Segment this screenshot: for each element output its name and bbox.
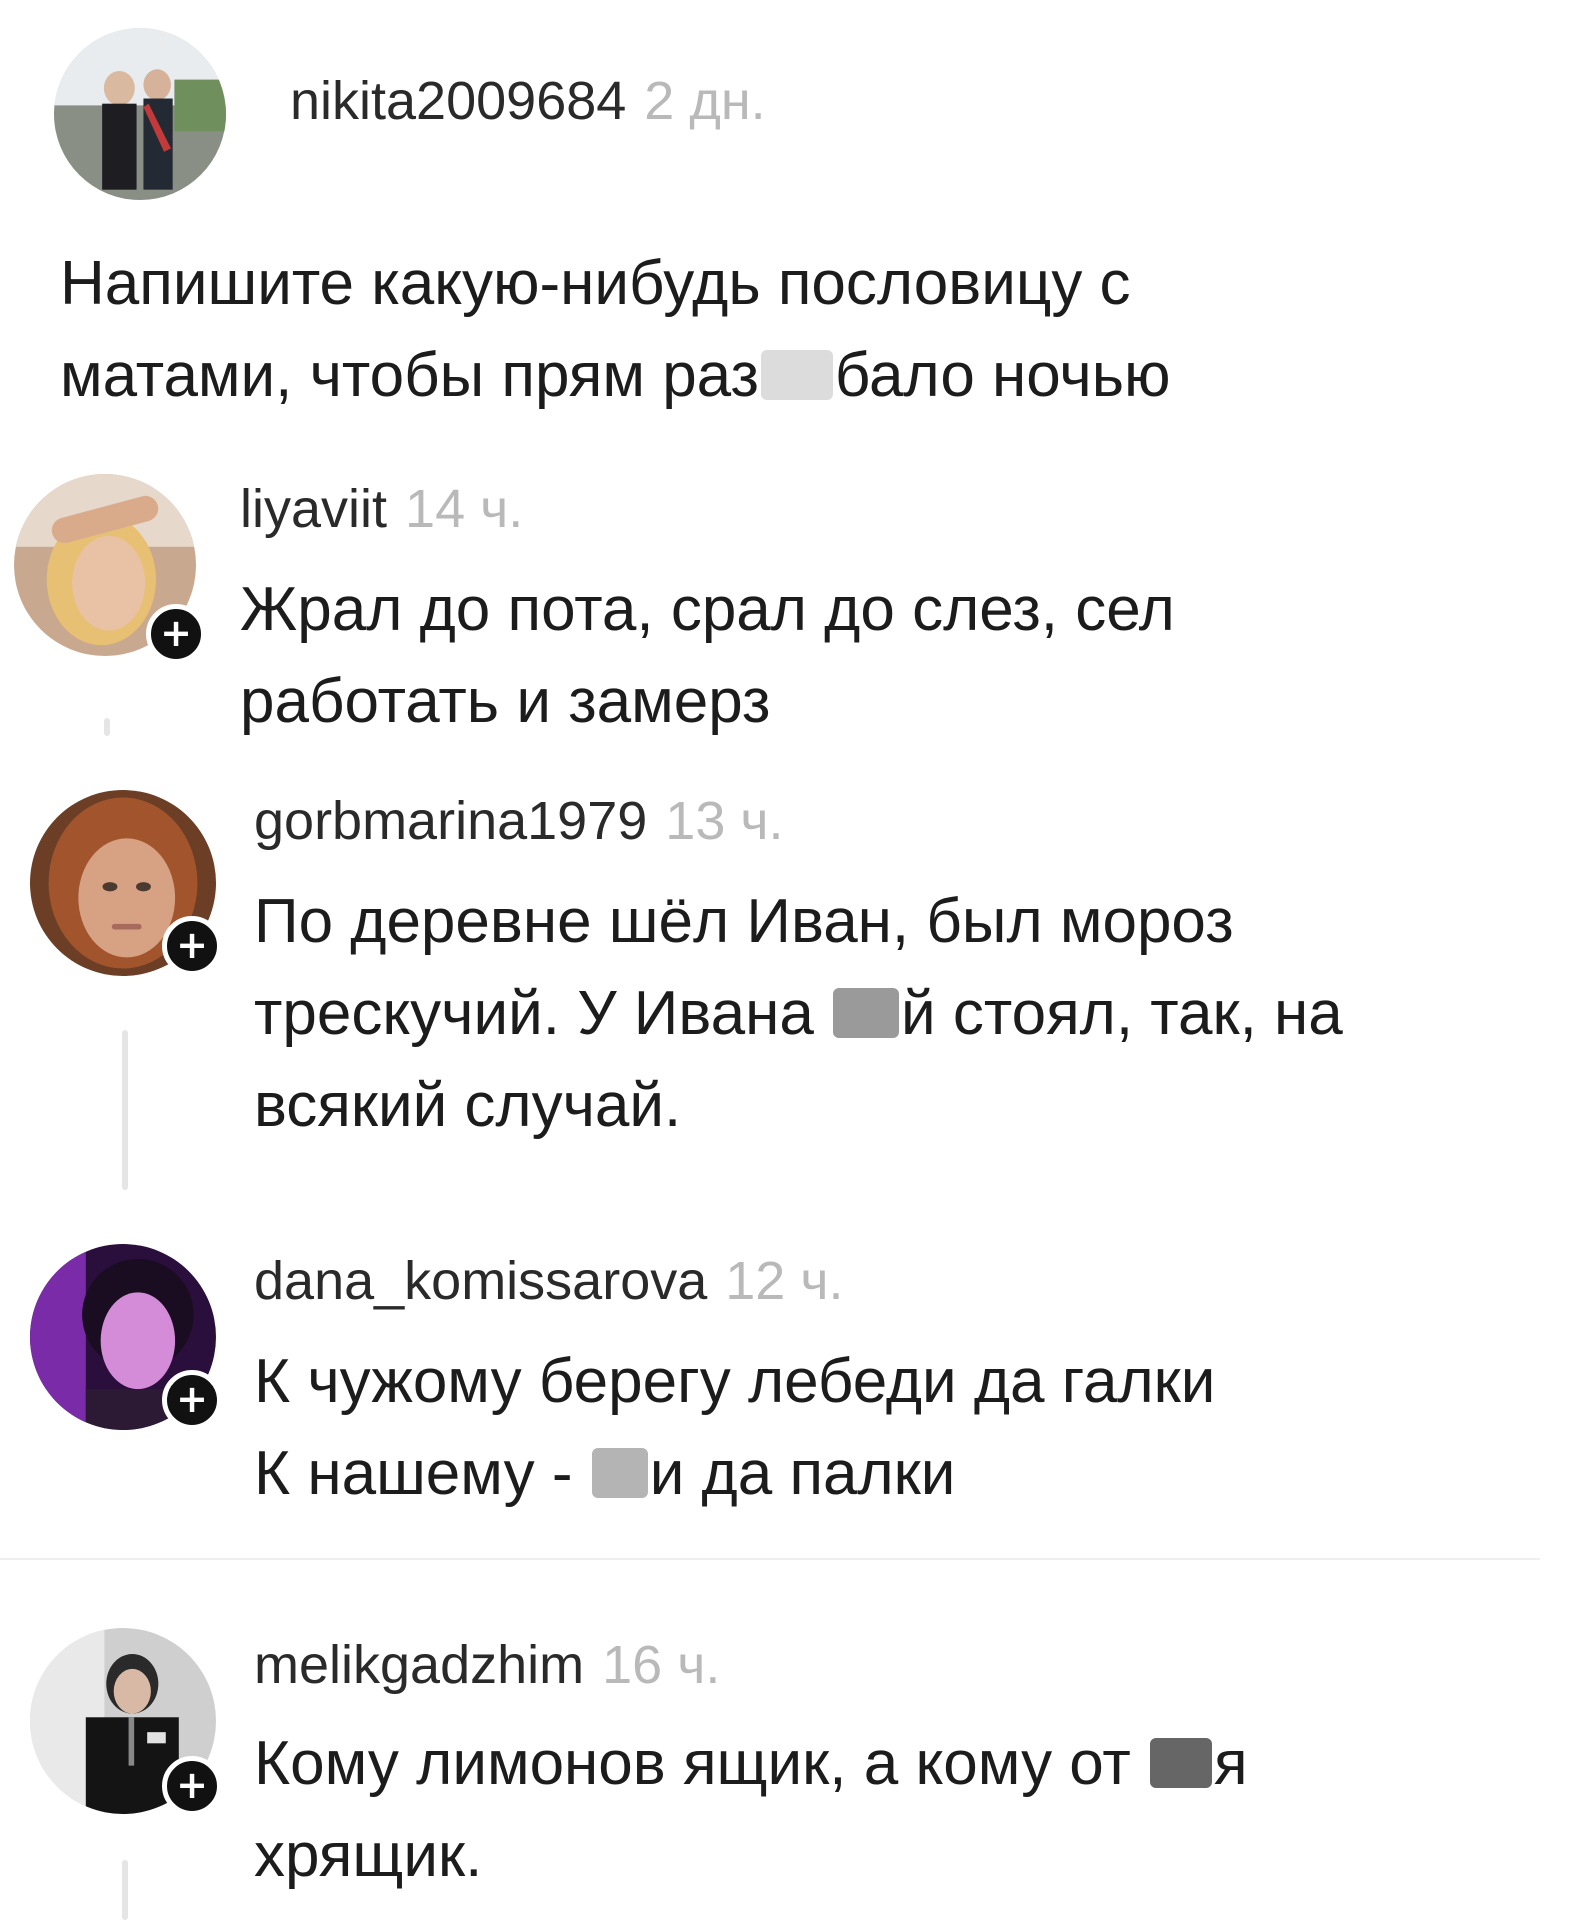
post-text-fragment: бало ночью [834,341,1171,410]
post-header: nikita2009684 2 дн. [290,70,766,132]
censor-blur [591,1448,648,1498]
follow-plus-icon[interactable]: + [162,1370,222,1430]
comment-username[interactable]: gorbmarina1979 [254,791,647,851]
post-text-line: Напишите какую-нибудь пословицу с [60,249,1131,318]
comment-text-fragment: й стоял, так, на [901,979,1343,1048]
comment-username[interactable]: liyaviit [240,479,387,539]
comment-username[interactable]: melikgadzhim [254,1635,584,1695]
post-avatar[interactable] [54,28,226,200]
comment-text-line: работать и замерз [240,667,771,736]
comment-text: Жрал до пота, срал до слез, сел работать… [240,564,1540,748]
censor-blur [1150,1738,1213,1788]
follow-plus-icon[interactable]: + [146,604,206,664]
comment-text-line: хрящик. [254,1821,483,1890]
comment-text-line: К нашему - и да палки [254,1428,1554,1520]
follow-plus-icon[interactable]: + [162,1756,222,1816]
reply-thread-line [122,1030,128,1190]
comment-timestamp: 14 ч. [405,479,524,539]
comment-header: liyaviit 14 ч. [240,478,523,540]
comment-text: К чужому берегу лебеди да галки К нашему… [254,1336,1554,1520]
reply-thread-line [122,1860,128,1920]
comment-timestamp: 16 ч. [602,1635,721,1695]
post-text-line: матами, чтобы прям раз бало ночью [60,330,1540,422]
comment-header: melikgadzhim 16 ч. [254,1634,720,1696]
post-timestamp: 2 дн. [644,71,766,131]
comment-text-fragment: Кому лимонов ящик, а кому от [254,1729,1149,1798]
comment-timestamp: 13 ч. [665,791,784,851]
censor-blur [833,988,900,1038]
censor-blur [760,350,833,400]
reply-thread-line [104,718,110,736]
comment-text-line: Кому лимонов ящик, а кому от я [254,1718,1554,1810]
comment-text-line: К чужому берегу лебеди да галки [254,1347,1216,1416]
section-divider [0,1558,1540,1560]
comment-text-line: По деревне шёл Иван, был мороз [254,887,1234,956]
comment-header: gorbmarina1979 13 ч. [254,790,784,852]
comment-text: Кому лимонов ящик, а кому от я хрящик. [254,1718,1554,1902]
comment-text-fragment: я [1214,1729,1248,1798]
comment-text-fragment: К нашему - [254,1439,590,1508]
post-text: Напишите какую-нибудь пословицу с матами… [60,238,1540,422]
comment-text-line: Жрал до пота, срал до слез, сел [240,575,1175,644]
follow-plus-icon[interactable]: + [162,916,222,976]
comment-text-fragment: трескучий. У Ивана [254,979,832,1048]
post-username[interactable]: nikita2009684 [290,71,626,131]
comment-text-fragment: и да палки [649,1439,956,1508]
comment-text-line: трескучий. У Ивана й стоял, так, на [254,968,1554,1060]
comment-timestamp: 12 ч. [725,1251,844,1311]
comment-username[interactable]: dana_komissarova [254,1251,707,1311]
comment-text-line: всякий случай. [254,1071,682,1140]
post-text-fragment: матами, чтобы прям раз [60,341,759,410]
comment-text: По деревне шёл Иван, был мороз трескучий… [254,876,1554,1152]
comment-header: dana_komissarova 12 ч. [254,1250,843,1312]
